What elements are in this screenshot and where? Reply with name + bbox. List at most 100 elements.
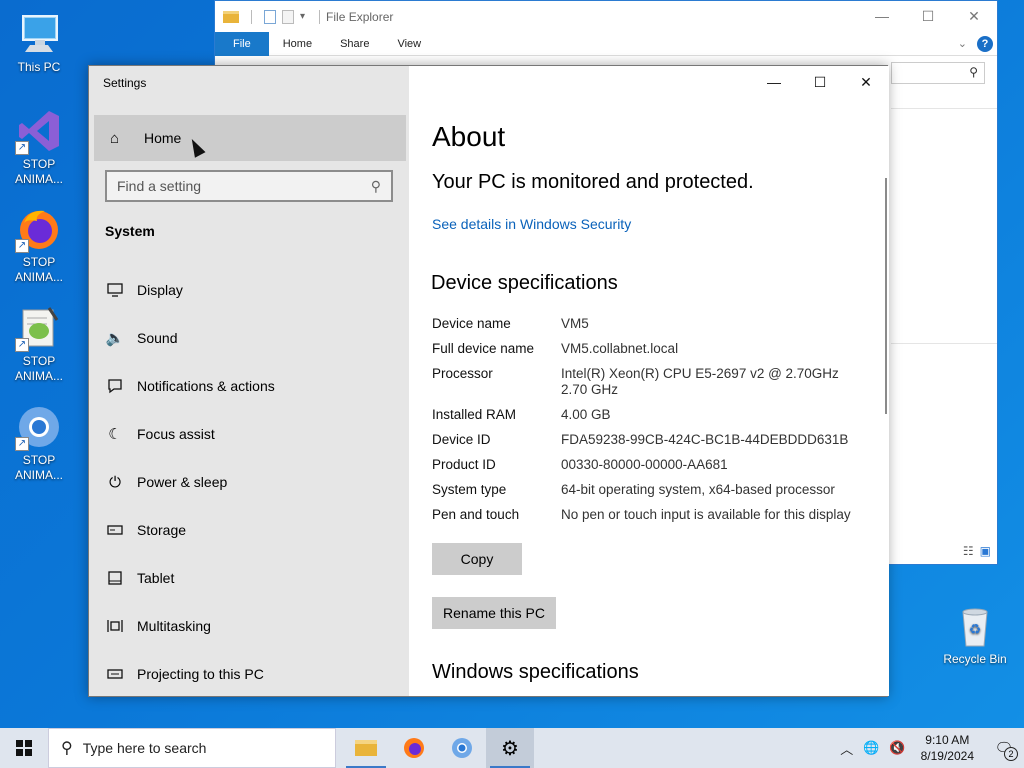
sidebar-item-sound[interactable]: 🔈 Sound — [89, 314, 409, 362]
about-page: — ☐ ✕ About Your PC is monitored and pro… — [409, 66, 889, 696]
taskbar-chromium[interactable] — [438, 728, 486, 768]
minimize-icon[interactable]: — — [751, 66, 797, 98]
desktop-icon-recycle-bin[interactable]: ♻ Recycle Bin — [937, 602, 1013, 667]
properties-icon[interactable] — [264, 9, 276, 24]
chromium-icon — [452, 738, 472, 758]
search-icon: ⚲ — [61, 740, 73, 757]
spec-row: Full device name VM5.collabnet.local — [432, 341, 882, 357]
power-icon: ⏻ — [109, 473, 121, 491]
help-icon[interactable]: ? — [977, 35, 993, 52]
taskbar-settings[interactable]: ⚙ — [486, 728, 534, 768]
chevron-down-icon[interactable]: ⌄ — [958, 37, 967, 50]
copy-button[interactable]: Copy — [432, 543, 522, 575]
sidebar-item-focus-assist[interactable]: ☾ Focus assist — [89, 410, 409, 458]
sidebar-item-notifications[interactable]: Notifications & actions — [89, 362, 409, 410]
sidebar-item-multitasking[interactable]: Multitasking — [89, 602, 409, 650]
sidebar-item-projecting[interactable]: Projecting to this PC — [89, 650, 409, 698]
start-button[interactable] — [0, 728, 48, 768]
sidebar-item-label: Display — [137, 282, 183, 298]
tab-share[interactable]: Share — [326, 32, 383, 56]
taskbar-firefox[interactable] — [390, 728, 438, 768]
taskbar-file-explorer[interactable] — [342, 728, 390, 768]
notifications-icon — [105, 377, 125, 395]
spec-key: Full device name — [432, 341, 535, 356]
volume-muted-icon[interactable]: 🔇 — [889, 740, 905, 756]
desktop-icon-label: STOP ANIMA... — [14, 157, 63, 186]
minimize-icon[interactable]: — — [859, 8, 905, 25]
computer-icon — [15, 10, 63, 58]
tablet-icon — [105, 569, 125, 587]
shortcut-arrow-icon: ↗ — [15, 141, 29, 155]
large-icons-view-icon[interactable]: ▣ — [980, 544, 991, 558]
explorer-titlebar[interactable]: ▾ File Explorer — ☐ ✕ — [215, 1, 997, 32]
firefox-icon — [404, 738, 424, 758]
notification-center-button[interactable]: 🗨 2 — [984, 739, 1024, 761]
sidebar-item-label: Power & sleep — [137, 474, 228, 490]
multitasking-icon — [105, 617, 125, 635]
desktop-icon-vs[interactable]: ↗ STOP ANIMA... — [1, 107, 77, 187]
new-folder-icon[interactable] — [282, 9, 294, 24]
sidebar-item-tablet[interactable]: Tablet — [89, 554, 409, 602]
clock[interactable]: 9:10 AM 8/19/2024 — [921, 732, 974, 764]
desktop-icon-label: Recycle Bin — [943, 652, 1007, 666]
spec-row: Product ID 00330-80000-00000-AA681 — [432, 457, 882, 473]
settings-window[interactable]: Settings ⌂ Home ⚲ System Display 🔈 Sound — [88, 65, 889, 697]
desktop-icon-notepad-plus[interactable]: ↗ STOP ANIMA... — [1, 304, 77, 384]
spec-key: Product ID — [432, 457, 496, 472]
windows-security-link[interactable]: See details in Windows Security — [432, 216, 631, 232]
visual-studio-icon: ↗ — [15, 107, 63, 155]
close-icon[interactable]: ✕ — [951, 8, 997, 25]
taskbar: ⚲ Type here to search ⚙ ︿ 🌐 🔇 9:10 AM 8/… — [0, 728, 1024, 768]
taskbar-apps: ⚙ — [342, 728, 534, 768]
search-input[interactable] — [117, 178, 371, 194]
close-icon[interactable]: ✕ — [843, 66, 889, 98]
tab-view[interactable]: View — [383, 32, 435, 56]
desktop-icon-chromium[interactable]: ↗ STOP ANIMA... — [1, 403, 77, 483]
rename-pc-button[interactable]: Rename this PC — [432, 597, 556, 629]
spec-row: Device ID FDA59238-99CB-424C-BC1B-44DEBD… — [432, 432, 882, 448]
find-setting-search[interactable]: ⚲ — [105, 170, 393, 202]
desktop-icon-firefox[interactable]: ↗ STOP ANIMA... — [1, 205, 77, 285]
home-icon: ⌂ — [110, 129, 120, 147]
sidebar-item-label: Multitasking — [137, 618, 211, 634]
window-title: Settings — [103, 76, 147, 90]
sidebar-item-display[interactable]: Display — [89, 266, 409, 314]
folder-icon — [355, 740, 377, 756]
explorer-title: File Explorer — [326, 9, 394, 24]
tab-file[interactable]: File — [215, 31, 269, 56]
spec-key: Installed RAM — [432, 407, 517, 422]
sidebar-item-label: Sound — [137, 330, 178, 346]
maximize-icon[interactable]: ☐ — [797, 66, 843, 98]
spec-key: Pen and touch — [432, 507, 520, 522]
taskbar-search[interactable]: ⚲ Type here to search — [48, 728, 336, 768]
sidebar-item-power-sleep[interactable]: ⏻ Power & sleep — [89, 458, 409, 506]
firefox-icon: ↗ — [15, 205, 63, 253]
storage-icon — [105, 521, 125, 539]
search-icon: ⚲ — [370, 177, 381, 194]
tab-home[interactable]: Home — [269, 32, 326, 56]
sidebar-item-storage[interactable]: Storage — [89, 506, 409, 554]
sidebar-item-label: Focus assist — [137, 426, 215, 442]
details-view-icon[interactable]: ☷ — [963, 544, 974, 558]
home-button[interactable]: ⌂ Home — [94, 115, 406, 161]
spec-value: No pen or touch input is available for t… — [561, 507, 851, 522]
maximize-icon[interactable]: ☐ — [905, 8, 951, 25]
spec-row: Pen and touch No pen or touch input is a… — [432, 507, 882, 523]
settings-sidebar: Settings ⌂ Home ⚲ System Display 🔈 Sound — [89, 66, 409, 696]
desktop-icon-label: STOP ANIMA... — [14, 354, 63, 383]
sidebar-item-label: Projecting to this PC — [137, 666, 264, 682]
scrollbar[interactable] — [885, 178, 887, 414]
desktop-icon-label: This PC — [17, 60, 61, 74]
spec-value: Intel(R) Xeon(R) CPU E5-2697 v2 @ 2.70GH… — [561, 366, 839, 397]
chevron-up-icon[interactable]: ︿ — [840, 739, 853, 758]
spec-value: 4.00 GB — [561, 407, 611, 422]
customize-toolbar-icon[interactable]: ▾ — [300, 11, 305, 22]
spec-value: 64-bit operating system, x64-based proce… — [561, 482, 835, 497]
desktop-icon-this-pc[interactable]: This PC — [1, 10, 77, 75]
network-icon[interactable]: 🌐 — [863, 740, 879, 756]
explorer-search-icon[interactable]: ⚲ — [891, 62, 985, 84]
taskbar-search-placeholder: Type here to search — [82, 740, 207, 756]
chromium-icon: ↗ — [15, 403, 63, 451]
spec-key: Device ID — [432, 432, 491, 447]
shortcut-arrow-icon: ↗ — [15, 437, 29, 451]
